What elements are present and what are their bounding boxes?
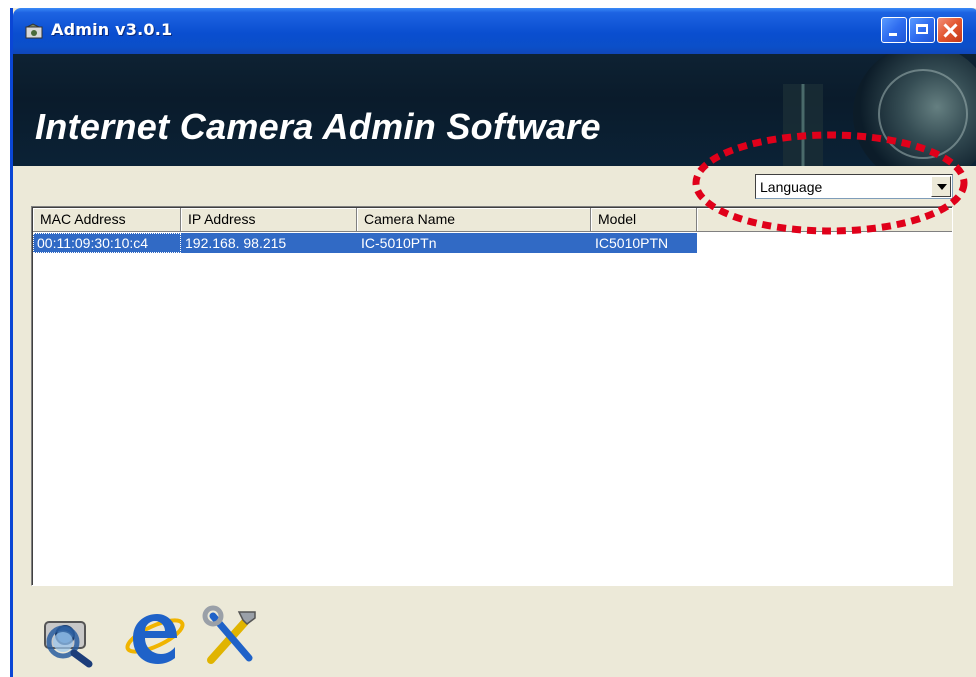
list-header: MAC Address IP Address Camera Name Model bbox=[33, 208, 952, 232]
language-selected-value: Language bbox=[760, 179, 823, 195]
close-icon[interactable] bbox=[937, 17, 963, 43]
header-banner: Internet Camera Admin Software bbox=[13, 54, 976, 166]
row-camera-name: IC-5010PTn bbox=[357, 233, 591, 253]
internet-explorer-icon[interactable] bbox=[123, 604, 187, 668]
banner-title: Internet Camera Admin Software bbox=[35, 106, 601, 147]
language-dropdown[interactable]: Language bbox=[755, 174, 953, 199]
row-mac-address: 00:11:09:30:10:c4 bbox=[33, 233, 181, 253]
camera-list[interactable]: MAC Address IP Address Camera Name Model… bbox=[31, 206, 953, 586]
maximize-icon[interactable] bbox=[909, 17, 935, 43]
column-header-model[interactable]: Model bbox=[591, 208, 697, 232]
row-model: IC5010PTN bbox=[591, 233, 697, 253]
chevron-down-icon[interactable] bbox=[931, 176, 951, 197]
app-window: Admin v3.0.1 Internet Camera Admin Softw… bbox=[10, 8, 976, 677]
column-header-ip[interactable]: IP Address bbox=[181, 208, 357, 232]
camera-app-icon bbox=[25, 23, 43, 39]
search-camera-icon[interactable] bbox=[37, 604, 101, 668]
bottom-toolbar bbox=[37, 604, 277, 674]
camera-lens-graphic bbox=[783, 54, 976, 166]
column-header-mac[interactable]: MAC Address bbox=[33, 208, 181, 232]
window-title: Admin v3.0.1 bbox=[51, 20, 173, 39]
column-header-camera-name[interactable]: Camera Name bbox=[357, 208, 591, 232]
tools-icon[interactable] bbox=[199, 604, 263, 668]
table-row[interactable]: 00:11:09:30:10:c4 192.168. 98.215 IC-501… bbox=[33, 233, 697, 253]
minimize-icon[interactable] bbox=[881, 17, 907, 43]
column-header-filler bbox=[697, 208, 952, 232]
title-bar[interactable]: Admin v3.0.1 bbox=[13, 8, 976, 54]
row-ip-address: 192.168. 98.215 bbox=[181, 233, 357, 253]
